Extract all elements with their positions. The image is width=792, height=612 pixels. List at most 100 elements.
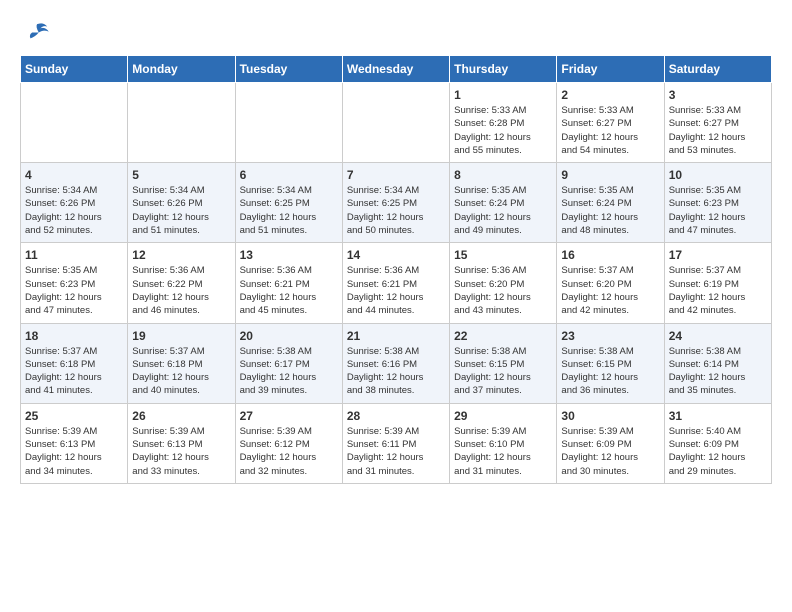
calendar-cell: 16 Sunrise: 5:37 AM Sunset: 6:20 PM Dayli… [557,243,664,323]
day-header-thursday: Thursday [450,56,557,83]
calendar-cell: 19Sunrise: 5:37 AM Sunset: 6:18 PM Dayli… [128,323,235,403]
day-info: Sunrise: 5:34 AM Sunset: 6:25 PM Dayligh… [347,184,445,237]
day-number: 6 [240,168,338,182]
calendar-cell: 4 Sunrise: 5:34 AM Sunset: 6:26 PM Daylig… [21,163,128,243]
calendar-cell: 23 Sunrise: 5:38 AM Sunset: 6:15 PM Dayli… [557,323,664,403]
day-number: 7 [347,168,445,182]
day-header-saturday: Saturday [664,56,771,83]
calendar-cell: 15 Sunrise: 5:36 AM Sunset: 6:20 PM Dayli… [450,243,557,323]
day-header-tuesday: Tuesday [235,56,342,83]
day-number: 31 [669,409,767,423]
calendar-cell: 27 Sunrise: 5:39 AM Sunset: 6:12 PM Dayli… [235,403,342,483]
day-number: 3 [669,88,767,102]
day-number: 26 [132,409,230,423]
day-number: 2 [561,88,659,102]
calendar-cell: 22 Sunrise: 5:38 AM Sunset: 6:15 PM Dayli… [450,323,557,403]
day-info: Sunrise: 5:39 AM Sunset: 6:13 PM Dayligh… [132,425,230,478]
day-number: 5 [132,168,230,182]
day-number: 15 [454,248,552,262]
day-info: Sunrise: 5:34 AM Sunset: 6:25 PM Dayligh… [240,184,338,237]
day-number: 12 [132,248,230,262]
day-number: 30 [561,409,659,423]
day-info: Sunrise: 5:39 AM Sunset: 6:10 PM Dayligh… [454,425,552,478]
day-info: Sunrise: 5:35 AM Sunset: 6:24 PM Dayligh… [561,184,659,237]
calendar-cell: 30 Sunrise: 5:39 AM Sunset: 6:09 PM Dayli… [557,403,664,483]
day-header-friday: Friday [557,56,664,83]
day-info: Sunrise: 5:40 AM Sunset: 6:09 PM Dayligh… [669,425,767,478]
calendar-cell: 25Sunrise: 5:39 AM Sunset: 6:13 PM Dayli… [21,403,128,483]
calendar-cell: 2 Sunrise: 5:33 AM Sunset: 6:27 PM Daylig… [557,83,664,163]
calendar-cell: 11 Sunrise: 5:35 AM Sunset: 6:23 PM Dayli… [21,243,128,323]
day-info: Sunrise: 5:36 AM Sunset: 6:22 PM Dayligh… [132,264,230,317]
calendar-cell: 12 Sunrise: 5:36 AM Sunset: 6:22 PM Dayli… [128,243,235,323]
day-info: Sunrise: 5:36 AM Sunset: 6:21 PM Dayligh… [347,264,445,317]
calendar-week-5: 25Sunrise: 5:39 AM Sunset: 6:13 PM Dayli… [21,403,772,483]
calendar-cell [21,83,128,163]
day-info: Sunrise: 5:35 AM Sunset: 6:23 PM Dayligh… [25,264,123,317]
day-number: 8 [454,168,552,182]
calendar-cell: 26 Sunrise: 5:39 AM Sunset: 6:13 PM Dayli… [128,403,235,483]
day-info: Sunrise: 5:34 AM Sunset: 6:26 PM Dayligh… [25,184,123,237]
day-number: 11 [25,248,123,262]
logo-icon [20,20,50,45]
day-number: 29 [454,409,552,423]
calendar-cell: 9 Sunrise: 5:35 AM Sunset: 6:24 PM Daylig… [557,163,664,243]
page-header [20,20,772,45]
calendar-cell [342,83,449,163]
calendar-cell: 6 Sunrise: 5:34 AM Sunset: 6:25 PM Daylig… [235,163,342,243]
day-number: 21 [347,329,445,343]
calendar-header-row: SundayMondayTuesdayWednesdayThursdayFrid… [21,56,772,83]
calendar-cell: 8Sunrise: 5:35 AM Sunset: 6:24 PM Daylig… [450,163,557,243]
day-info: Sunrise: 5:35 AM Sunset: 6:23 PM Dayligh… [669,184,767,237]
calendar-cell: 21Sunrise: 5:38 AM Sunset: 6:16 PM Dayli… [342,323,449,403]
calendar-cell [235,83,342,163]
calendar-cell: 28 Sunrise: 5:39 AM Sunset: 6:11 PM Dayli… [342,403,449,483]
day-info: Sunrise: 5:38 AM Sunset: 6:14 PM Dayligh… [669,345,767,398]
calendar-week-4: 18 Sunrise: 5:37 AM Sunset: 6:18 PM Dayli… [21,323,772,403]
calendar-cell: 5 Sunrise: 5:34 AM Sunset: 6:26 PM Daylig… [128,163,235,243]
calendar-cell: 18 Sunrise: 5:37 AM Sunset: 6:18 PM Dayli… [21,323,128,403]
day-info: Sunrise: 5:37 AM Sunset: 6:19 PM Dayligh… [669,264,767,317]
day-header-monday: Monday [128,56,235,83]
day-number: 27 [240,409,338,423]
day-info: Sunrise: 5:33 AM Sunset: 6:28 PM Dayligh… [454,104,552,157]
day-number: 9 [561,168,659,182]
day-header-sunday: Sunday [21,56,128,83]
day-info: Sunrise: 5:36 AM Sunset: 6:20 PM Dayligh… [454,264,552,317]
day-number: 23 [561,329,659,343]
calendar-cell: 29 Sunrise: 5:39 AM Sunset: 6:10 PM Dayli… [450,403,557,483]
day-number: 16 [561,248,659,262]
day-info: Sunrise: 5:37 AM Sunset: 6:18 PM Dayligh… [25,345,123,398]
day-info: Sunrise: 5:39 AM Sunset: 6:09 PM Dayligh… [561,425,659,478]
day-info: Sunrise: 5:37 AM Sunset: 6:20 PM Dayligh… [561,264,659,317]
day-number: 10 [669,168,767,182]
calendar-cell: 3Sunrise: 5:33 AM Sunset: 6:27 PM Daylig… [664,83,771,163]
calendar-cell: 24Sunrise: 5:38 AM Sunset: 6:14 PM Dayli… [664,323,771,403]
day-number: 18 [25,329,123,343]
day-info: Sunrise: 5:38 AM Sunset: 6:17 PM Dayligh… [240,345,338,398]
day-number: 22 [454,329,552,343]
calendar-week-3: 11 Sunrise: 5:35 AM Sunset: 6:23 PM Dayli… [21,243,772,323]
day-info: Sunrise: 5:39 AM Sunset: 6:12 PM Dayligh… [240,425,338,478]
day-info: Sunrise: 5:34 AM Sunset: 6:26 PM Dayligh… [132,184,230,237]
day-number: 28 [347,409,445,423]
day-number: 17 [669,248,767,262]
day-number: 20 [240,329,338,343]
calendar-cell [128,83,235,163]
day-info: Sunrise: 5:37 AM Sunset: 6:18 PM Dayligh… [132,345,230,398]
logo [20,20,54,45]
day-number: 1 [454,88,552,102]
day-info: Sunrise: 5:38 AM Sunset: 6:15 PM Dayligh… [561,345,659,398]
calendar-cell: 13Sunrise: 5:36 AM Sunset: 6:21 PM Dayli… [235,243,342,323]
calendar-cell: 14 Sunrise: 5:36 AM Sunset: 6:21 PM Dayli… [342,243,449,323]
day-info: Sunrise: 5:39 AM Sunset: 6:13 PM Dayligh… [25,425,123,478]
day-info: Sunrise: 5:39 AM Sunset: 6:11 PM Dayligh… [347,425,445,478]
calendar-cell: 20 Sunrise: 5:38 AM Sunset: 6:17 PM Dayli… [235,323,342,403]
calendar-cell: 1 Sunrise: 5:33 AM Sunset: 6:28 PM Daylig… [450,83,557,163]
day-number: 14 [347,248,445,262]
day-info: Sunrise: 5:33 AM Sunset: 6:27 PM Dayligh… [561,104,659,157]
day-info: Sunrise: 5:38 AM Sunset: 6:15 PM Dayligh… [454,345,552,398]
calendar-cell: 7 Sunrise: 5:34 AM Sunset: 6:25 PM Daylig… [342,163,449,243]
day-number: 4 [25,168,123,182]
day-number: 13 [240,248,338,262]
